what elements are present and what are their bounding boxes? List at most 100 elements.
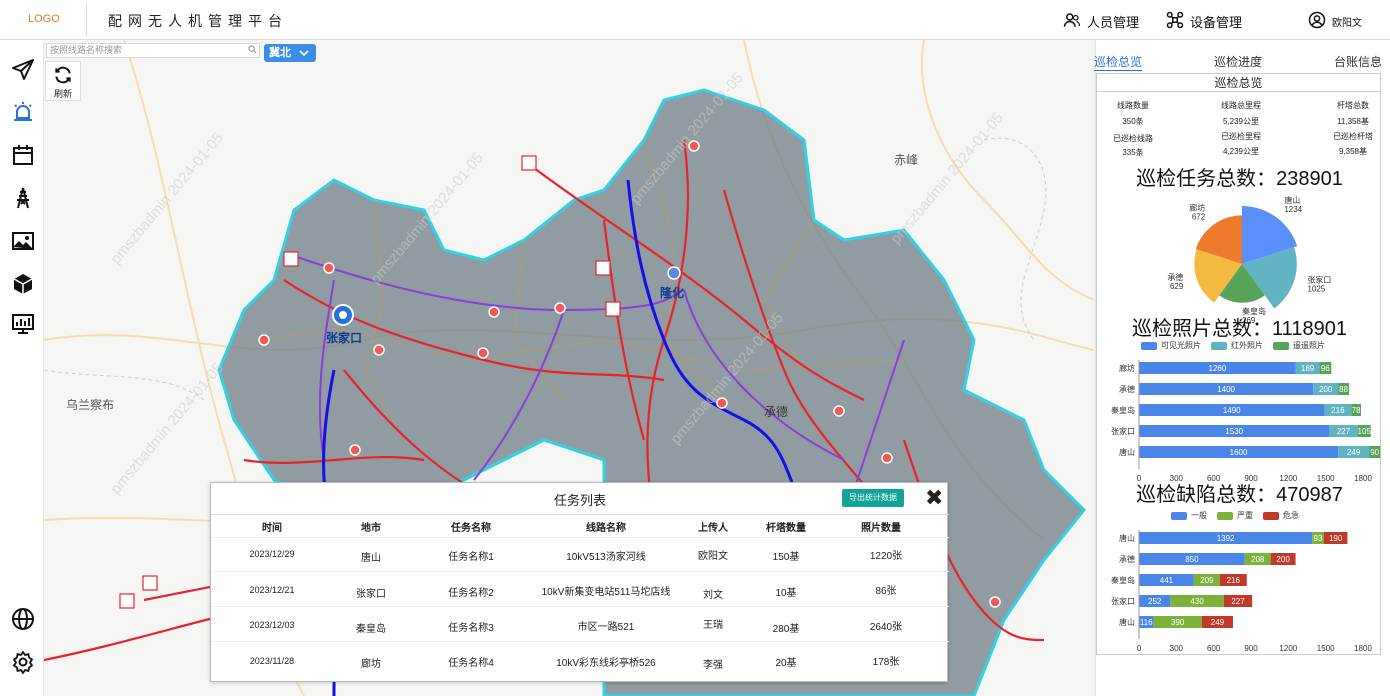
bar-value-label: 430: [1190, 597, 1204, 606]
stat-label: 杆塔总数: [1337, 101, 1369, 110]
device-management-button[interactable]: 设备管理: [1166, 10, 1242, 32]
map-label-longhua: 隆化: [660, 286, 685, 300]
bar-category-label: 秦皇岛: [1111, 575, 1135, 585]
row-divider: [211, 571, 949, 572]
send-icon[interactable]: [11, 58, 35, 82]
legend-label: 严重: [1237, 511, 1253, 520]
legend-swatch: [1211, 341, 1227, 350]
personnel-label: 人员管理: [1087, 14, 1140, 30]
right-panel: 巡检总览 巡检进度 台账信息 巡检总览 线路数量 350条 线路总里程 5,23…: [1094, 40, 1390, 696]
x-tick-label: 0: [1137, 644, 1142, 653]
bar-value-label: 1260: [1209, 364, 1227, 373]
bar-value-label: 78: [1352, 406, 1361, 415]
bar-value-label: 252: [1148, 597, 1162, 606]
bar-value-label: 1600: [1230, 448, 1248, 457]
bar-category-label: 张家口: [1111, 426, 1135, 436]
close-icon[interactable]: ✖: [925, 487, 949, 511]
defect-bar-chart: 唐山 1392 93 190 承德 850 208 200 秦皇岛 441 209 216 张家口 252…: [1111, 530, 1372, 653]
cell-uploader: 王瑞: [703, 620, 723, 631]
calendar-icon[interactable]: [11, 143, 35, 167]
map-label-chifeng: 赤峰: [894, 153, 919, 167]
row-divider: [211, 537, 949, 538]
pie-label: 承德: [1167, 272, 1183, 282]
x-tick-label: 1500: [1317, 644, 1335, 653]
legend-label: 一般: [1191, 511, 1207, 520]
column-header-tower-count: 杆塔数量: [766, 523, 806, 534]
task-list-modal: 任务列表 导出统计数据 ✖ 时间 地市 任务名称 线路名称 上传人 杆塔数量 照…: [210, 482, 949, 682]
column-header-time: 时间: [262, 523, 282, 534]
legend-label: 红外照片: [1231, 341, 1263, 350]
user-menu[interactable]: 欧阳文: [1308, 10, 1362, 32]
header-divider: [86, 4, 87, 36]
box-icon[interactable]: [11, 272, 35, 296]
bar-value-label: 227: [1337, 427, 1351, 436]
globe-icon[interactable]: [11, 607, 35, 631]
cell-photo-count: 86张: [875, 586, 897, 597]
cell-tower-count: 150基: [772, 552, 800, 563]
stat-value: 11,358基: [1337, 117, 1369, 126]
legend-label: 可见光照片: [1161, 341, 1201, 350]
pie-label: 唐山: [1284, 195, 1300, 205]
x-tick-label: 300: [1170, 644, 1184, 653]
cell-task-name: 任务名称2: [448, 588, 494, 599]
stat-label: 已巡检线路: [1113, 134, 1153, 143]
bar-category-label: 廊坊: [1119, 363, 1135, 373]
settings-gear-icon[interactable]: [11, 650, 35, 674]
tab-ledger[interactable]: 台账信息: [1334, 53, 1382, 70]
stat-value: 5,239公里: [1222, 117, 1260, 126]
overview-card: 巡检总览 线路数量 350条 线路总里程 5,239公里 杆塔总数 11,358…: [1096, 73, 1381, 655]
tower-icon[interactable]: [11, 186, 35, 210]
cell-city: 廊坊: [361, 659, 381, 670]
defect-total-title: 巡检缺陷总数：470987: [1136, 484, 1343, 506]
cell-time: 2023/11/28: [249, 656, 295, 666]
region-select[interactable]: 冀北: [264, 44, 316, 62]
stat-value: 9,358基: [1338, 147, 1368, 156]
cell-city: 张家口: [356, 589, 386, 600]
bar-value-label: 1400: [1217, 385, 1235, 394]
bar-value-label: 190: [1329, 534, 1343, 543]
alarm-icon[interactable]: [11, 100, 35, 124]
cell-photo-count: 178张: [872, 657, 900, 668]
x-tick-label: 1800: [1354, 644, 1372, 653]
search-icon[interactable]: [248, 45, 257, 54]
stat-label: 线路数量: [1117, 101, 1149, 110]
pie-label: 张家口: [1307, 274, 1331, 284]
refresh-icon: [55, 66, 71, 84]
stat-label: 已巡检里程: [1221, 132, 1261, 141]
bar-category-label: 唐山: [1119, 533, 1135, 543]
bar-value-label: 200: [1276, 555, 1290, 564]
bar-value-label: 90: [1370, 448, 1379, 457]
export-stats-button[interactable]: 导出统计数据: [842, 489, 904, 507]
cell-time: 2023/12/03: [249, 620, 295, 630]
device-label: 设备管理: [1190, 14, 1243, 30]
refresh-button[interactable]: 刷新: [45, 61, 81, 101]
cell-time: 2023/12/21: [249, 585, 295, 595]
bar-value-label: 216: [1331, 406, 1345, 415]
tab-progress[interactable]: 巡检进度: [1214, 53, 1262, 70]
cell-uploader: 李强: [703, 660, 723, 671]
dashboard-icon[interactable]: [11, 312, 35, 336]
tab-overview[interactable]: 巡检总览: [1094, 53, 1143, 71]
left-sidebar: [0, 40, 44, 696]
overview-card-title: 巡检总览: [1097, 74, 1380, 92]
top-header: LOGO 配网无人机管理平台 人员管理 设备管理 欧阳文: [0, 0, 1390, 40]
stat-value: 335条: [1122, 148, 1144, 157]
bar-value-label: 116: [1140, 618, 1153, 627]
legend-swatch: [1171, 511, 1187, 520]
cell-line-name: 10kV513汤家河线: [566, 552, 646, 563]
image-icon[interactable]: [11, 229, 35, 253]
cell-city: 秦皇岛: [356, 624, 386, 635]
bar-category-label: 秦皇岛: [1111, 405, 1135, 415]
cell-tower-count: 20基: [775, 658, 797, 669]
personnel-management-button[interactable]: 人员管理: [1063, 10, 1139, 32]
legend-swatch: [1273, 341, 1289, 350]
row-divider: [211, 641, 949, 642]
bar-value-label: 850: [1185, 555, 1199, 564]
stat-label: 线路总里程: [1221, 101, 1261, 110]
bar-value-label: 1530: [1225, 427, 1243, 436]
line-search-input[interactable]: 按照线路名称搜索: [46, 43, 260, 58]
column-header-city: 地市: [361, 523, 381, 534]
cell-uploader: 刘文: [703, 590, 723, 601]
bar-value-label: 441: [1160, 576, 1174, 585]
legend-label: 危急: [1283, 511, 1299, 520]
